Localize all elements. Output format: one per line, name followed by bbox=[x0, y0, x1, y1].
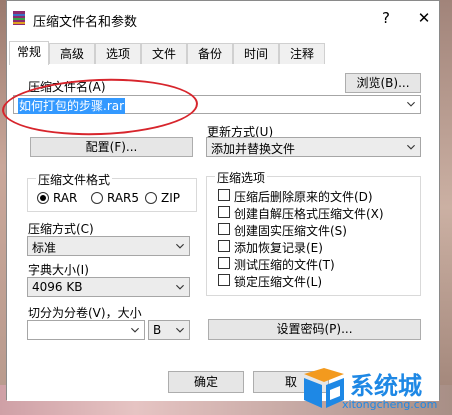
format-rar5-label: RAR5 bbox=[107, 191, 140, 205]
title-bar: 压缩文件名和参数 ? ✕ bbox=[7, 1, 439, 37]
xitongcheng-logo-icon bbox=[304, 368, 344, 408]
update-mode-select[interactable]: 添加并替换文件 bbox=[206, 137, 421, 157]
chevron-down-icon[interactable] bbox=[174, 237, 186, 255]
tab-general[interactable]: 常规 bbox=[9, 41, 49, 66]
recovery-record-label: 添加恢复记录(E) bbox=[234, 241, 323, 255]
chevron-down-icon[interactable] bbox=[129, 321, 141, 339]
ok-button[interactable]: 确定 bbox=[168, 371, 244, 393]
browse-button[interactable]: 浏览(B)... bbox=[345, 73, 421, 93]
lock-archive-label: 锁定压缩文件(L) bbox=[234, 275, 323, 289]
options-group: 压缩选项 压缩后删除原来的文件(D) 创建自解压格式压缩文件(X) 创建固实压缩… bbox=[206, 169, 421, 296]
format-rar5-radio[interactable] bbox=[91, 192, 103, 204]
test-files-label: 测试压缩的文件(T) bbox=[234, 258, 335, 272]
watermark-title: 系统城 bbox=[350, 372, 422, 400]
help-button[interactable]: ? bbox=[373, 8, 399, 28]
tab-time[interactable]: 时间 bbox=[233, 43, 279, 64]
method-value: 标准 bbox=[32, 241, 57, 255]
tab-bar: 常规 高级 选项 文件 备份 时间 注释 bbox=[7, 41, 439, 66]
format-rar-radio[interactable] bbox=[37, 192, 49, 204]
chevron-down-icon[interactable] bbox=[174, 278, 186, 296]
delete-after-label: 压缩后删除原来的文件(D) bbox=[234, 190, 373, 204]
dialog-window: 压缩文件名和参数 ? ✕ 常规 高级 选项 文件 备份 时间 注释 压缩文件名(… bbox=[1, 0, 440, 401]
format-zip-radio[interactable] bbox=[145, 192, 157, 204]
tab-options[interactable]: 选项 bbox=[95, 43, 141, 64]
set-password-button[interactable]: 设置密码(P)... bbox=[208, 319, 421, 340]
create-solid-label: 创建固实压缩文件(S) bbox=[234, 224, 347, 238]
split-label: 切分为分卷(V)，大小 bbox=[28, 306, 142, 320]
tab-comment[interactable]: 注释 bbox=[279, 43, 325, 64]
site-watermark: 系统城 xitongcheng.com bbox=[300, 362, 445, 415]
dictionary-select[interactable]: 4096 KB bbox=[27, 277, 190, 297]
method-select[interactable]: 标准 bbox=[27, 236, 190, 256]
chevron-down-icon[interactable] bbox=[405, 138, 417, 156]
background-right bbox=[440, 0, 452, 415]
lock-archive-checkbox[interactable] bbox=[218, 274, 230, 286]
create-sfx-checkbox[interactable] bbox=[218, 206, 230, 218]
tab-files[interactable]: 文件 bbox=[141, 43, 187, 64]
delete-after-checkbox[interactable] bbox=[218, 189, 230, 201]
general-panel: 压缩文件名(A) 浏览(B)... 如何打包的步骤.rar 配置(F)... 更… bbox=[1, 65, 439, 401]
winrar-app-icon bbox=[13, 11, 25, 25]
split-unit-select[interactable]: B bbox=[148, 320, 190, 340]
dictionary-value: 4096 KB bbox=[32, 280, 83, 294]
method-label: 压缩方式(C) bbox=[28, 222, 94, 236]
window-title: 压缩文件名和参数 bbox=[33, 15, 138, 30]
tab-advanced[interactable]: 高级 bbox=[49, 43, 95, 64]
chevron-down-icon[interactable] bbox=[405, 96, 417, 113]
create-sfx-label: 创建自解压格式压缩文件(X) bbox=[234, 207, 384, 221]
format-group: 压缩文件格式 RAR RAR5 ZIP bbox=[27, 171, 197, 212]
close-button[interactable]: ✕ bbox=[411, 8, 437, 28]
format-zip-label: ZIP bbox=[161, 191, 180, 205]
dictionary-label: 字典大小(I) bbox=[28, 263, 89, 277]
recovery-record-checkbox[interactable] bbox=[218, 240, 230, 252]
split-size-input[interactable] bbox=[27, 320, 145, 340]
chevron-down-icon[interactable] bbox=[174, 321, 186, 339]
update-mode-value: 添加并替换文件 bbox=[211, 142, 296, 156]
test-files-checkbox[interactable] bbox=[218, 257, 230, 269]
options-group-title: 压缩选项 bbox=[215, 169, 268, 186]
watermark-url: xitongcheng.com bbox=[342, 398, 438, 411]
split-unit-value: B bbox=[153, 323, 162, 337]
create-solid-checkbox[interactable] bbox=[218, 223, 230, 235]
format-rar-label: RAR bbox=[53, 191, 78, 205]
tab-backup[interactable]: 备份 bbox=[187, 43, 233, 64]
format-group-title: 压缩文件格式 bbox=[36, 171, 113, 188]
profile-button[interactable]: 配置(F)... bbox=[30, 137, 193, 157]
